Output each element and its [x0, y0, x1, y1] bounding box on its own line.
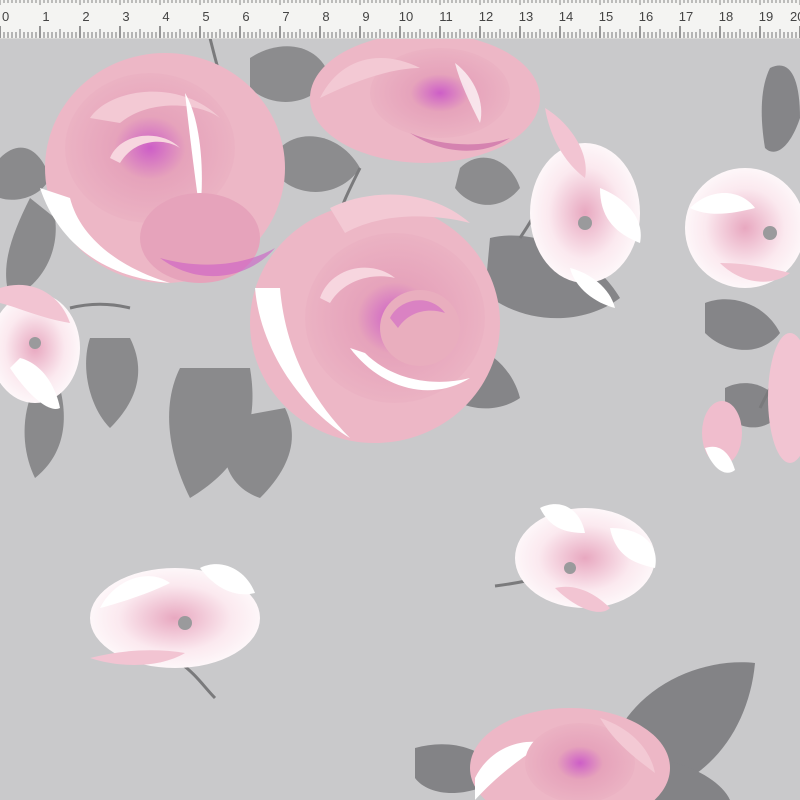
- ruler-label: 6: [242, 9, 249, 24]
- ruler-label: 20: [790, 9, 800, 24]
- ruler-label: 14: [559, 9, 573, 24]
- ruler-label: 16: [639, 9, 653, 24]
- ruler-label: 13: [519, 9, 533, 24]
- ruler-label: 11: [439, 9, 453, 24]
- ruler-label: 5: [202, 9, 209, 24]
- rose-top-center: [310, 38, 540, 163]
- ruler-scale: 01234567891011121314151617181920: [0, 0, 800, 38]
- blossom-far-right: [685, 168, 800, 288]
- ruler-label: 2: [82, 9, 89, 24]
- ruler-label: 9: [362, 9, 369, 24]
- ruler-label: 15: [599, 9, 613, 24]
- ruler-label: 10: [399, 9, 413, 24]
- ruler-label: 1: [42, 9, 49, 24]
- measuring-ruler: 01234567891011121314151617181920: [0, 0, 800, 39]
- ruler-label: 0: [2, 9, 9, 24]
- ruler-label: 4: [162, 9, 169, 24]
- ruler-label: 19: [759, 9, 773, 24]
- ruler-label: 17: [679, 9, 693, 24]
- ruler-label: 8: [322, 9, 329, 24]
- ruler-label: 18: [719, 9, 733, 24]
- ruler-label: 7: [282, 9, 289, 24]
- floral-print: [0, 38, 800, 800]
- floral-print-area: [0, 38, 800, 800]
- ruler-label: 3: [122, 9, 129, 24]
- ruler-label: 12: [479, 9, 493, 24]
- fabric-swatch: 01234567891011121314151617181920: [0, 0, 800, 800]
